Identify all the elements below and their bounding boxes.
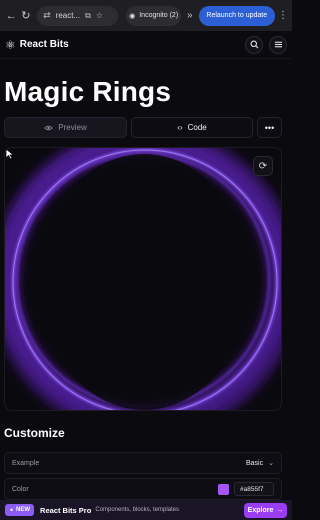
page-title: Magic Rings (4, 76, 172, 107)
code-brackets-icon: ‹› (177, 123, 183, 132)
brand-logo[interactable]: ⚛ React Bits (5, 38, 69, 52)
browser-menu-icon[interactable]: ⋮ (278, 10, 288, 21)
magic-rings-graphic (5, 148, 281, 410)
relaunch-button[interactable]: Relaunch to update (198, 5, 275, 26)
chevron-down-icon: ⌄ (268, 460, 274, 467)
search-icon (250, 40, 258, 49)
tab-preview-label: Preview (58, 123, 87, 132)
preview-canvas[interactable]: ⟳ (4, 147, 282, 411)
link-icon: ⚭ (9, 507, 15, 514)
tab-preview[interactable]: Preview (4, 117, 127, 138)
color-hex-input[interactable]: #a855f7 (234, 482, 274, 496)
incognito-icon: ◉ (129, 12, 136, 20)
example-label: Example (12, 459, 40, 467)
chevrons-right-icon[interactable]: » (187, 10, 193, 21)
site-info-icon[interactable]: ⇄ (43, 10, 51, 21)
reload-icon[interactable]: ↻ (19, 8, 34, 24)
explore-label: Explore (247, 506, 274, 514)
customize-heading: Customize (4, 426, 65, 440)
eye-icon (44, 125, 54, 130)
address-text: react... (55, 11, 81, 20)
arrow-right-icon: → (276, 506, 284, 514)
more-options-button[interactable]: ••• (257, 117, 282, 138)
site-header: ⚛ React Bits (0, 31, 292, 59)
mouse-cursor-icon (5, 148, 15, 160)
menu-button[interactable] (269, 35, 287, 54)
example-select[interactable]: Example Basic ⌄ (4, 452, 282, 474)
color-label: Color (12, 485, 29, 493)
brand-name: React Bits (19, 39, 69, 50)
promo-description: Components, blocks, templates (95, 507, 180, 513)
address-bar[interactable]: ⇄ react... ⧉ ☆ (37, 5, 119, 26)
refresh-icon: ⟳ (258, 160, 268, 172)
promo-name: React Bits Pro (40, 505, 92, 515)
explore-button[interactable]: Explore → (244, 502, 287, 518)
tab-code-label: Code (187, 123, 207, 132)
tab-code[interactable]: ‹› Code (131, 117, 253, 138)
browser-toolbar: ← ↻ ⇄ react... ⧉ ☆ ◉ Incognito (2) » Rel… (0, 0, 292, 31)
view-tabs: Preview ‹› Code ••• (4, 117, 288, 138)
example-value: Basic (246, 459, 264, 467)
color-swatch[interactable] (218, 483, 229, 495)
new-badge: ⚭ NEW (5, 504, 35, 516)
new-badge-label: NEW (16, 507, 31, 513)
color-control: Color #a855f7 (4, 478, 282, 500)
hamburger-icon (274, 41, 282, 48)
translate-icon[interactable]: ⧉ (85, 11, 91, 21)
incognito-label: Incognito (2) (139, 12, 179, 19)
bookmark-star-icon[interactable]: ☆ (96, 11, 103, 20)
incognito-indicator[interactable]: ◉ Incognito (2) (126, 5, 181, 26)
refresh-button[interactable]: ⟳ (253, 156, 273, 176)
back-icon[interactable]: ← (4, 8, 19, 24)
promo-bar: ⚭ NEW React Bits Pro Components, blocks,… (0, 500, 292, 520)
react-bits-logo-icon: ⚛ (5, 37, 16, 52)
search-button[interactable] (245, 35, 263, 54)
